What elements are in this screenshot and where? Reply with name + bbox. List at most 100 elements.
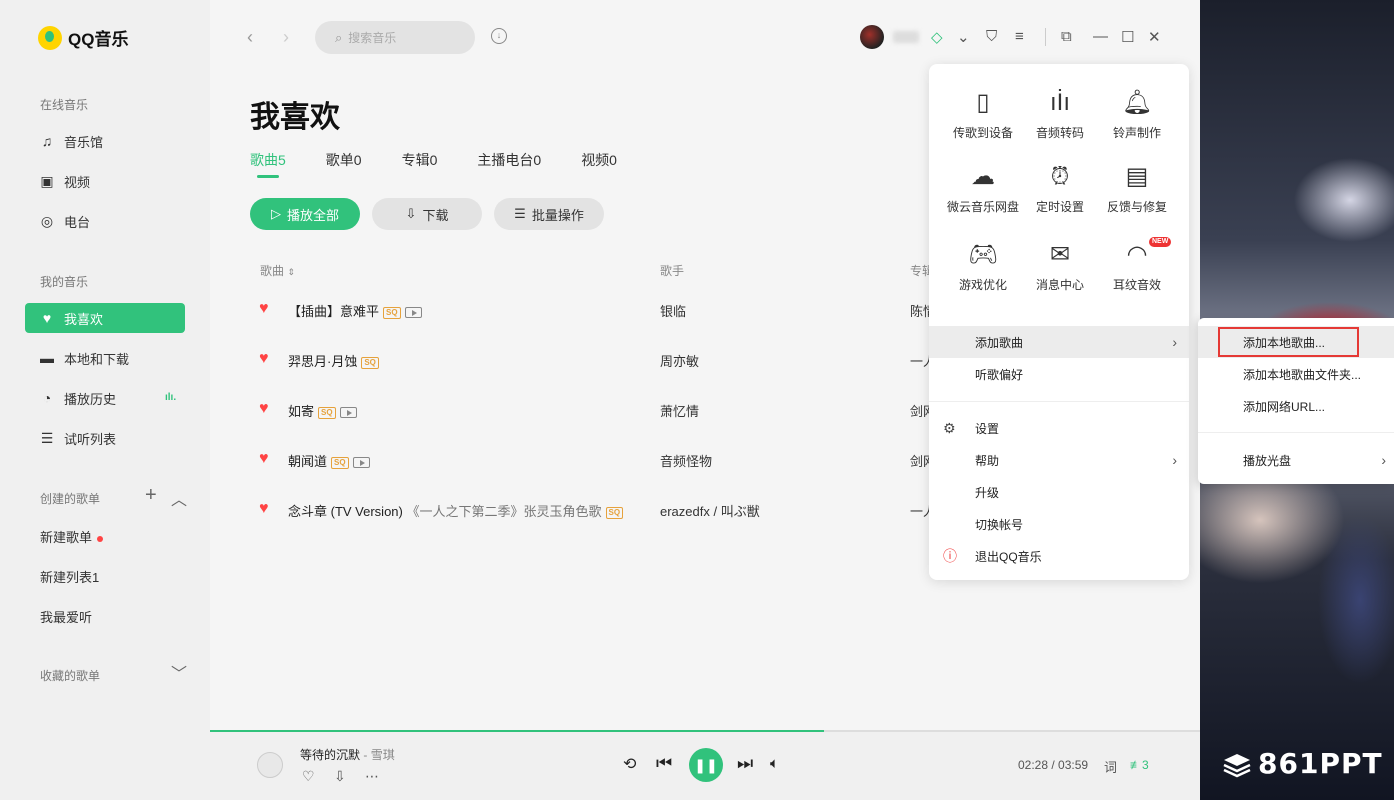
- artist-name[interactable]: 音频怪物: [660, 451, 712, 470]
- skin-shirt-icon[interactable]: ⛉: [986, 28, 997, 45]
- close-icon[interactable]: ✕: [1148, 28, 1161, 46]
- menu-timer[interactable]: ⏰︎ 定时设置: [1020, 162, 1100, 215]
- music-note-icon: ♫: [41, 133, 53, 149]
- avatar[interactable]: [860, 25, 884, 49]
- heart-icon[interactable]: ♥: [259, 500, 269, 518]
- column-header-artist[interactable]: 歌手: [660, 262, 684, 279]
- now-playing[interactable]: 等待的沉默 - 雪琪: [300, 746, 395, 763]
- playlist-item[interactable]: 我最爱听: [40, 607, 92, 626]
- play-all-button[interactable]: ▷ 播放全部: [250, 198, 360, 230]
- menu-icon[interactable]: ≡: [1015, 28, 1024, 45]
- exit-icon: ⓘ: [943, 548, 957, 564]
- chevron-down-icon[interactable]: ﹀: [171, 660, 187, 684]
- table-row[interactable]: ♥ 念斗章 (TV Version) 《一人之下第二季》张灵玉角色歌 SQ era…: [250, 500, 950, 550]
- artist-name[interactable]: 银临: [660, 301, 686, 320]
- mini-mode-icon[interactable]: ⧉: [1061, 28, 1072, 45]
- mv-icon[interactable]: [404, 307, 422, 319]
- player-bar: 等待的沉默 - 雪琪 ♡ ⇩ ⋯ ⟲ ⏮︎ ❚❚ ⏭︎ 🔈︎ 02:28 / 0…: [210, 730, 1200, 800]
- mv-icon[interactable]: [352, 457, 370, 469]
- submenu-add-local-folder[interactable]: 添加本地歌曲文件夹...: [1198, 358, 1394, 390]
- column-header-song[interactable]: 歌曲 ⇕: [260, 262, 295, 279]
- lyrics-button[interactable]: 词: [1104, 757, 1117, 776]
- sidebar-item-favorites[interactable]: ♥ 我喜欢: [25, 303, 185, 333]
- progress-bar[interactable]: [210, 730, 1200, 732]
- tab-radio[interactable]: 主播电台0: [477, 150, 541, 170]
- menu-listening-preference[interactable]: 听歌偏好: [929, 358, 1189, 390]
- unread-dot: [97, 535, 104, 542]
- menu-settings[interactable]: ⚙ 设置: [929, 412, 1189, 444]
- sidebar-item-radio[interactable]: ◎ 电台: [25, 206, 185, 236]
- chevron-down-icon[interactable]: ⌄: [957, 28, 970, 46]
- back-arrow-icon[interactable]: ‹: [247, 27, 253, 48]
- artist-name[interactable]: erazedfx / 叫ぶ獣: [660, 501, 760, 520]
- menu-add-songs[interactable]: 添加歌曲 ›: [929, 326, 1189, 358]
- table-row[interactable]: ♥ 【插曲】意难平 SQ 银临 陈情: [250, 300, 950, 350]
- menu-upgrade[interactable]: 升级: [929, 476, 1189, 508]
- download-button[interactable]: ⇩ 下载: [372, 198, 482, 230]
- bell-icon: 🔔︎: [1121, 89, 1153, 116]
- settings-dropdown-menu: ▯ 传歌到设备 ıİı 音频转码 🔔︎ 铃声制作 ☁ 微云音乐网盘 ⏰︎ 定时设置 ▤ 反馈…: [929, 64, 1189, 580]
- table-row[interactable]: ♥ 羿思月·月蚀 SQ 周亦敏 一人: [250, 350, 950, 400]
- table-row[interactable]: ♥ 朝闻道 SQ 音频怪物 剑网: [250, 450, 950, 500]
- more-icon[interactable]: ⋯: [365, 768, 379, 785]
- heart-icon[interactable]: ♥: [259, 350, 269, 368]
- menu-help[interactable]: 帮助 ›: [929, 444, 1189, 476]
- next-icon[interactable]: ⏭︎: [737, 753, 753, 774]
- voice-search-icon[interactable]: ↓: [491, 28, 507, 44]
- minimize-icon[interactable]: —: [1093, 28, 1108, 45]
- like-heart-icon[interactable]: ♡: [302, 768, 315, 785]
- add-playlist-icon[interactable]: +: [145, 484, 157, 507]
- menu-audio-transcode[interactable]: ıİı 音频转码: [1020, 88, 1100, 141]
- pause-icon: ❚❚: [694, 756, 718, 773]
- volume-icon[interactable]: 🔈︎: [770, 755, 779, 772]
- heart-icon[interactable]: ♥: [259, 300, 269, 318]
- menu-transfer-to-device[interactable]: ▯ 传歌到设备: [943, 88, 1023, 141]
- phone-icon: ▯: [976, 89, 990, 116]
- sidebar-item-history[interactable]: ◔ 播放历史: [25, 383, 185, 413]
- search-input[interactable]: ⌕ 搜索音乐: [315, 21, 475, 54]
- highlight-annotation-box: [1218, 327, 1359, 357]
- username[interactable]: [893, 31, 919, 43]
- menu-switch-account[interactable]: 切换帐号: [929, 508, 1189, 540]
- sidebar-item-music-hall[interactable]: ♫ 音乐馆: [25, 126, 185, 156]
- download-icon[interactable]: ⇩: [334, 768, 346, 785]
- menu-ringtone[interactable]: 🔔︎ 铃声制作: [1097, 88, 1177, 141]
- tab-albums[interactable]: 专辑0: [402, 150, 438, 170]
- artist-name[interactable]: 萧忆情: [660, 401, 699, 420]
- menu-feedback[interactable]: ▤ 反馈与修复: [1097, 162, 1177, 215]
- app-logo[interactable]: QQ音乐: [38, 25, 128, 50]
- mv-icon[interactable]: [339, 407, 357, 419]
- previous-icon[interactable]: ⏮︎: [656, 753, 672, 774]
- menu-cloud-drive[interactable]: ☁ 微云音乐网盘: [943, 162, 1023, 215]
- heart-icon[interactable]: ♥: [259, 450, 269, 468]
- menu-message-center[interactable]: ✉ 消息中心: [1020, 240, 1100, 293]
- forward-arrow-icon[interactable]: ›: [283, 27, 289, 48]
- tab-songs[interactable]: 歌曲5: [250, 150, 286, 178]
- tab-bar: 歌曲5 歌单0 专辑0 主播电台0 视频0: [250, 150, 657, 178]
- loop-icon[interactable]: ⟲: [623, 754, 636, 774]
- table-row[interactable]: ♥ 如寄 SQ 萧忆情 剑网: [250, 400, 950, 450]
- batch-operation-button[interactable]: ☰ 批量操作: [494, 198, 604, 230]
- menu-earprint-effect[interactable]: ◠ 耳纹音效 NEW: [1097, 237, 1177, 293]
- sidebar-item-local-download[interactable]: ▬ 本地和下载: [25, 343, 185, 373]
- playlist-item[interactable]: 新建列表1: [40, 567, 99, 586]
- album-cover[interactable]: [257, 752, 283, 778]
- sidebar-item-trial-list[interactable]: ☰ 试听列表: [25, 423, 185, 453]
- submenu-play-disc[interactable]: 播放光盘 ›: [1198, 444, 1394, 476]
- pause-button[interactable]: ❚❚: [689, 748, 723, 782]
- submenu-add-network-url[interactable]: 添加网络URL...: [1198, 390, 1394, 422]
- menu-game-optimize[interactable]: 🎮︎ 游戏优化: [943, 240, 1023, 293]
- tab-playlists[interactable]: 歌单0: [326, 150, 362, 170]
- maximize-icon[interactable]: ☐: [1121, 28, 1134, 46]
- menu-exit[interactable]: ⓘ 退出QQ音乐: [929, 540, 1189, 572]
- play-queue-button[interactable]: ≢3: [1130, 758, 1149, 772]
- sidebar-item-video[interactable]: ▣ 视频: [25, 166, 185, 196]
- heart-icon[interactable]: ♥: [259, 400, 269, 418]
- vip-diamond-icon[interactable]: ◇: [931, 28, 943, 46]
- song-title: 念斗章 (TV Version) 《一人之下第二季》张灵玉角色歌 SQ: [288, 501, 624, 520]
- artist-name[interactable]: 周亦敏: [660, 351, 699, 370]
- chevron-up-icon[interactable]: ︿: [171, 486, 187, 510]
- tab-videos[interactable]: 视频0: [581, 150, 617, 170]
- playlist-item[interactable]: 新建歌单: [40, 527, 104, 546]
- search-icon: ⌕: [335, 29, 343, 45]
